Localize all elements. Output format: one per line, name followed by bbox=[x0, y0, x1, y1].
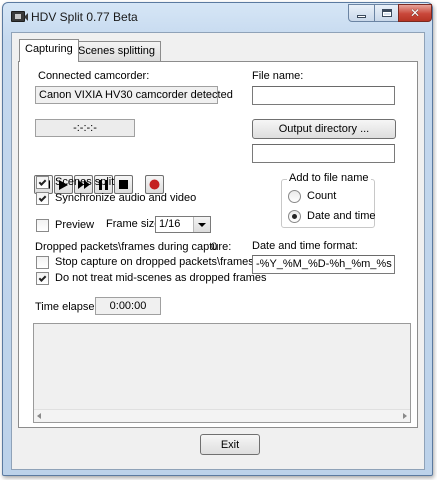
date-time-format-input[interactable]: -%Y_%M_%D-%h_%m_%s bbox=[252, 255, 395, 274]
count-radio-label: Count bbox=[307, 190, 337, 202]
maximize-button[interactable] bbox=[374, 4, 399, 22]
minimize-button[interactable] bbox=[348, 4, 375, 22]
checkmark-icon bbox=[38, 193, 47, 202]
add-to-file-name-legend: Add to file name bbox=[287, 172, 371, 184]
stop-on-dropped-checkbox[interactable] bbox=[36, 256, 49, 269]
record-icon bbox=[149, 179, 160, 190]
maximize-icon bbox=[381, 9, 392, 17]
stop-on-dropped-label: Stop capture on dropped packets\frames bbox=[55, 256, 254, 268]
preview-label: Preview bbox=[55, 219, 95, 231]
count-radio[interactable] bbox=[288, 190, 301, 203]
preview-checkbox[interactable] bbox=[36, 219, 49, 232]
add-to-file-name-group: Add to file name Count Date and time bbox=[281, 172, 376, 228]
title-bar[interactable]: HDV Split 0.77 Beta ✕ bbox=[3, 3, 432, 31]
app-window: HDV Split 0.77 Beta ✕ Capturing Scenes s… bbox=[2, 2, 433, 476]
scroll-left-icon[interactable] bbox=[37, 413, 41, 419]
connected-camcorder-label: Connected camcorder: bbox=[38, 70, 150, 82]
scroll-right-icon[interactable] bbox=[403, 413, 407, 419]
tab-capturing[interactable]: Capturing bbox=[19, 39, 79, 62]
window-title: HDV Split 0.77 Beta bbox=[31, 10, 138, 24]
frame-size-value: 1/16 bbox=[159, 218, 181, 230]
radio-selected-icon bbox=[292, 214, 297, 219]
output-directory-input[interactable] bbox=[252, 144, 395, 163]
stop-icon bbox=[119, 180, 128, 189]
client-area: Capturing Scenes splitting Connected cam… bbox=[11, 32, 425, 470]
horizontal-scrollbar[interactable] bbox=[34, 409, 410, 422]
output-directory-button[interactable]: Output directory ... bbox=[252, 119, 396, 139]
date-time-format-label: Date and time format: bbox=[252, 240, 358, 252]
time-elapsed-label: Time elapsed: bbox=[35, 301, 104, 313]
frame-size-select[interactable]: 1/16 bbox=[155, 216, 211, 233]
close-icon: ✕ bbox=[409, 6, 421, 20]
date-time-radio-label: Date and time bbox=[307, 210, 376, 222]
camcorder-icon bbox=[11, 11, 28, 22]
chevron-down-icon bbox=[198, 222, 206, 227]
checkmark-icon bbox=[38, 177, 47, 186]
sync-audio-video-checkbox[interactable] bbox=[36, 192, 49, 205]
close-button[interactable]: ✕ bbox=[398, 4, 432, 22]
dropdown-arrow[interactable] bbox=[193, 217, 210, 232]
log-area[interactable] bbox=[33, 323, 411, 423]
tab-scenes-splitting[interactable]: Scenes splitting bbox=[72, 41, 162, 61]
scenes-split-checkbox[interactable] bbox=[36, 176, 49, 189]
no-midscene-dropped-checkbox[interactable] bbox=[36, 272, 49, 285]
minimize-icon bbox=[357, 14, 366, 18]
exit-button[interactable]: Exit bbox=[200, 434, 260, 455]
timecode-display: -:-:-:- bbox=[35, 119, 135, 137]
time-elapsed-display: 0:00:00 bbox=[95, 297, 161, 315]
file-name-label: File name: bbox=[252, 70, 304, 82]
no-midscene-dropped-label: Do not treat mid-scenes as dropped frame… bbox=[55, 272, 267, 284]
camcorder-status-field: Canon VIXIA HV30 camcorder detected bbox=[35, 86, 233, 104]
dropped-frames-label: Dropped packets\frames during capture: bbox=[35, 241, 232, 253]
sync-audio-video-label: Synchronize audio and video bbox=[55, 192, 197, 204]
file-name-input[interactable] bbox=[252, 86, 395, 105]
scenes-split-label: Scenes split bbox=[55, 176, 115, 188]
checkmark-icon bbox=[38, 273, 47, 282]
date-time-radio[interactable] bbox=[288, 210, 301, 223]
dropped-frames-count: 0 bbox=[211, 241, 218, 253]
